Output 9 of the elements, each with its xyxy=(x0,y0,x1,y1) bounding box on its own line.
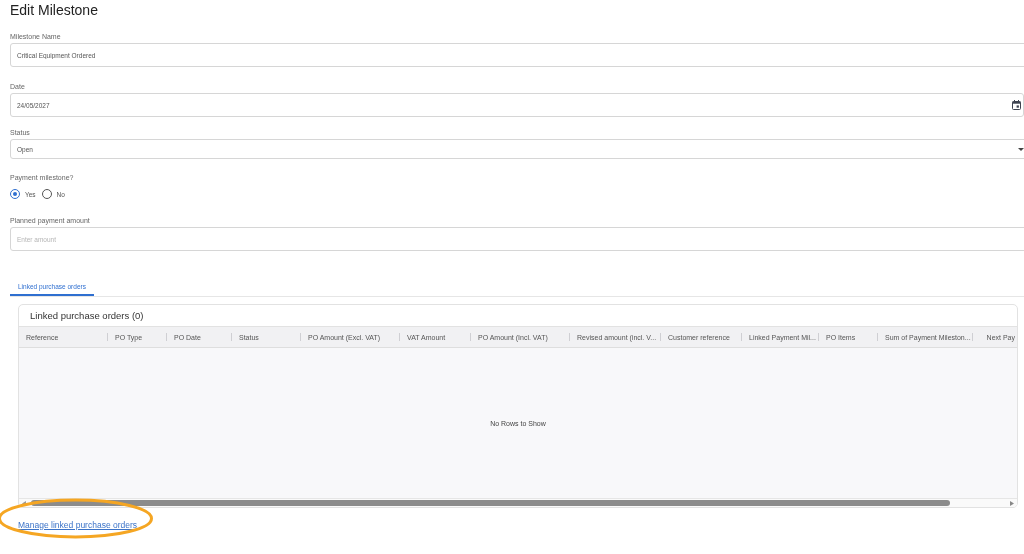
scroll-left-arrow-icon[interactable] xyxy=(22,500,26,506)
horizontal-scrollbar[interactable] xyxy=(19,498,1017,507)
calendar-icon[interactable] xyxy=(1012,100,1021,110)
grid-title: Linked purchase orders (0) xyxy=(30,310,144,321)
manage-link[interactable]: Manage linked purchase orders xyxy=(18,520,138,530)
caret-down-icon[interactable] xyxy=(1018,147,1024,151)
scroll-right-arrow-icon[interactable] xyxy=(1010,500,1014,506)
page-title: Edit Milestone xyxy=(10,1,98,19)
scrollbar-thumb[interactable] xyxy=(31,500,950,506)
